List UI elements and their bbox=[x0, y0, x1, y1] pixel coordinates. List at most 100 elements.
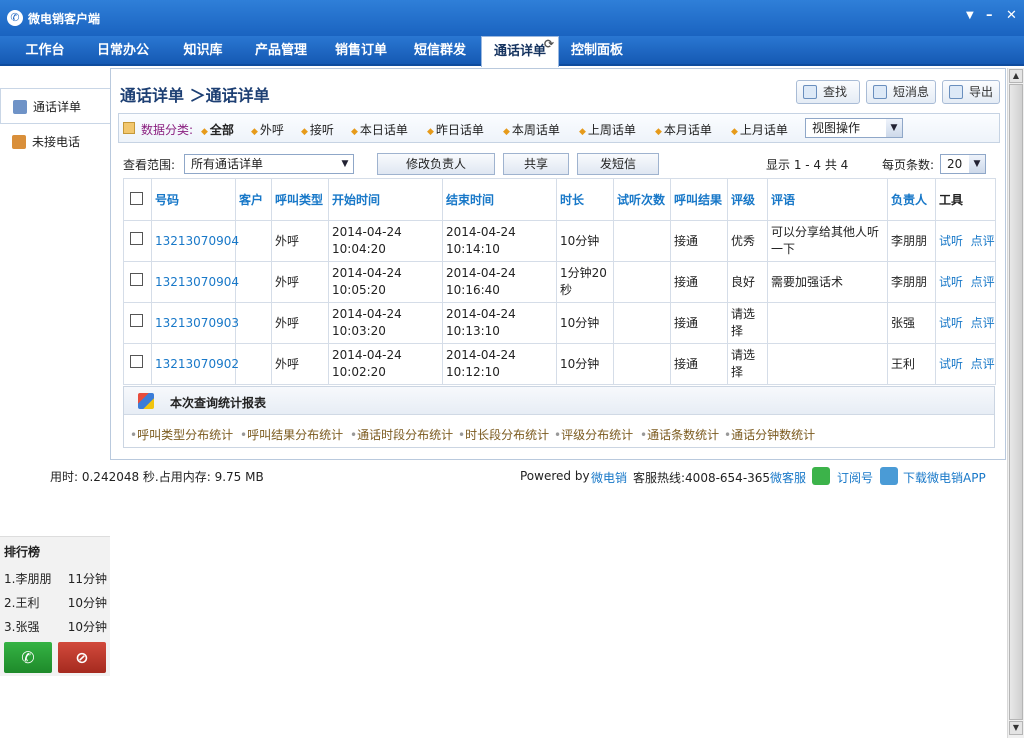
start-clock: 10:03:20 bbox=[332, 324, 386, 338]
review-link[interactable]: 点评 bbox=[971, 316, 995, 330]
subscribe-link[interactable]: 订阅号 bbox=[837, 469, 873, 486]
stat-link-call-type[interactable]: •呼叫类型分布统计 bbox=[130, 426, 233, 443]
tab-product-management[interactable]: 产品管理 bbox=[246, 36, 316, 66]
column-owner[interactable]: 负责人 bbox=[887, 178, 936, 221]
column-call-type[interactable]: 呼叫类型 bbox=[271, 178, 329, 221]
brand-link[interactable]: 微电销 bbox=[591, 469, 627, 486]
column-start-time[interactable]: 开始时间 bbox=[328, 178, 443, 221]
scrollbar-thumb[interactable] bbox=[1009, 84, 1023, 720]
phone-number-link[interactable]: 13213070903 bbox=[151, 302, 239, 344]
tab-control-panel[interactable]: 控制面板 bbox=[562, 36, 632, 66]
download-app-link[interactable]: 下载微电销APP bbox=[903, 469, 986, 486]
share-button[interactable]: 共享 bbox=[503, 153, 569, 175]
export-button[interactable]: 导出 bbox=[942, 80, 1000, 104]
tab-sales-orders[interactable]: 销售订单 bbox=[326, 36, 396, 66]
review-link[interactable]: 点评 bbox=[971, 275, 995, 289]
filter-option-this-month[interactable]: ◆ 本月话单 bbox=[655, 121, 712, 138]
sidebar-item-call-details[interactable]: 通话详单 bbox=[0, 88, 110, 124]
search-button[interactable]: 查找 bbox=[796, 80, 860, 104]
filter-option-yesterday[interactable]: ◆ 昨日话单 bbox=[427, 121, 484, 138]
phone-number-link[interactable]: 13213070904 bbox=[151, 261, 239, 303]
range-select[interactable]: 所有通话详单 ▼ bbox=[184, 154, 354, 174]
column-number[interactable]: 号码 bbox=[151, 178, 236, 221]
select-all-cell[interactable] bbox=[123, 178, 152, 221]
filter-option-last-month[interactable]: ◆ 上月话单 bbox=[731, 121, 788, 138]
close-button[interactable]: ✕ bbox=[1006, 8, 1017, 23]
tab-call-details-label: 通话详单 bbox=[493, 44, 546, 59]
short-message-button-label: 短消息 bbox=[893, 85, 930, 99]
filter-option-outbound[interactable]: ◆ 外呼 bbox=[251, 121, 284, 138]
phone-number-link[interactable]: 13213070902 bbox=[151, 343, 239, 385]
row-checkbox[interactable] bbox=[130, 232, 143, 245]
filter-option-all[interactable]: ◆ 全部 bbox=[201, 121, 234, 138]
review-link[interactable]: 点评 bbox=[971, 234, 995, 248]
window-menu-button[interactable]: ▼ bbox=[966, 10, 974, 21]
column-comment[interactable]: 评语 bbox=[767, 178, 888, 221]
tab-workbench[interactable]: 工作台 bbox=[16, 36, 74, 66]
scroll-down-icon[interactable]: ▼ bbox=[1009, 721, 1023, 735]
stat-link-call-result[interactable]: •呼叫结果分布统计 bbox=[240, 426, 343, 443]
short-message-button[interactable]: 短消息 bbox=[866, 80, 936, 104]
view-operation-select[interactable]: 视图操作 ▼ bbox=[805, 118, 903, 138]
review-link[interactable]: 点评 bbox=[971, 357, 995, 371]
listen-count-cell bbox=[613, 220, 671, 262]
bullet-icon: ◆ bbox=[731, 127, 738, 137]
change-owner-button[interactable]: 修改负责人 bbox=[377, 153, 495, 175]
select-all-checkbox[interactable] bbox=[130, 191, 143, 205]
column-rating[interactable]: 评级 bbox=[727, 178, 768, 221]
row-select-cell[interactable] bbox=[123, 343, 152, 385]
tab-daily-office[interactable]: 日常办公 bbox=[88, 36, 158, 66]
row-select-cell[interactable] bbox=[123, 261, 152, 303]
answer-call-button[interactable]: ✆ bbox=[4, 642, 52, 673]
phone-number-link[interactable]: 13213070904 bbox=[151, 220, 239, 262]
scroll-up-icon[interactable]: ▲ bbox=[1009, 69, 1023, 83]
bullet-icon: ◆ bbox=[351, 127, 358, 137]
customer-service-link[interactable]: 微客服 bbox=[770, 469, 806, 486]
filter-option-this-week[interactable]: ◆ 本周话单 bbox=[503, 121, 560, 138]
row-checkbox[interactable] bbox=[130, 314, 143, 327]
stat-link-call-count[interactable]: •通话条数统计 bbox=[640, 426, 719, 443]
row-select-cell[interactable] bbox=[123, 220, 152, 262]
row-select-cell[interactable] bbox=[123, 302, 152, 344]
call-result-cell: 接通 bbox=[670, 220, 728, 262]
minimize-button[interactable]: – bbox=[986, 8, 993, 23]
row-checkbox[interactable] bbox=[130, 273, 143, 286]
range-toolbar: 查看范围: 所有通话详单 ▼ 修改负责人 共享 发短信 显示 1 - 4 共 4… bbox=[118, 150, 1000, 178]
table-row: 13213070904 外呼 2014-04-24 10:05:20 2014-0… bbox=[123, 261, 996, 303]
stat-link-call-minutes[interactable]: •通话分钟数统计 bbox=[724, 426, 815, 443]
stat-link-time-period[interactable]: •通话时段分布统计 bbox=[350, 426, 453, 443]
column-call-result[interactable]: 呼叫结果 bbox=[670, 178, 728, 221]
filter-option-inbound[interactable]: ◆ 接听 bbox=[301, 121, 334, 138]
stat-link-rating[interactable]: •评级分布统计 bbox=[554, 426, 633, 443]
row-checkbox[interactable] bbox=[130, 355, 143, 368]
send-sms-button[interactable]: 发短信 bbox=[577, 153, 659, 175]
listen-count-cell bbox=[613, 261, 671, 303]
range-label: 查看范围: bbox=[123, 158, 176, 172]
stat-link-label: 通话时段分布统计 bbox=[357, 428, 454, 442]
statistics-report-panel: 本次查询统计报表 •呼叫类型分布统计 •呼叫结果分布统计 •通话时段分布统计 •… bbox=[123, 386, 995, 448]
column-end-time[interactable]: 结束时间 bbox=[442, 178, 557, 221]
start-clock: 10:02:20 bbox=[332, 365, 386, 379]
column-duration[interactable]: 时长 bbox=[556, 178, 614, 221]
tab-sms-broadcast[interactable]: 短信群发 bbox=[404, 36, 476, 66]
stat-link-duration[interactable]: •时长段分布统计 bbox=[458, 426, 549, 443]
listen-link[interactable]: 试听 bbox=[939, 316, 963, 330]
listen-link[interactable]: 试听 bbox=[939, 234, 963, 248]
column-customer[interactable]: 客户 bbox=[235, 178, 272, 221]
column-listen-count[interactable]: 试听次数 bbox=[613, 178, 671, 221]
listen-link[interactable]: 试听 bbox=[939, 357, 963, 371]
comment-cell bbox=[767, 343, 888, 385]
tab-knowledge-base[interactable]: 知识库 bbox=[172, 36, 234, 66]
vertical-scrollbar[interactable]: ▲ ▼ bbox=[1007, 68, 1024, 738]
sidebar-item-missed-calls[interactable]: 未接电话 bbox=[0, 124, 110, 160]
page-size-select[interactable]: 20 ▼ bbox=[940, 154, 986, 174]
bullet-icon: ◆ bbox=[301, 127, 308, 137]
filter-option-today[interactable]: ◆ 本日话单 bbox=[351, 121, 408, 138]
performance-info: 用时: 0.242048 秒.占用内存: 9.75 MB bbox=[50, 470, 264, 484]
filter-option-last-week[interactable]: ◆ 上周话单 bbox=[579, 121, 636, 138]
tab-call-details[interactable]: 通话详单 ⟳ bbox=[481, 36, 559, 67]
hangup-button[interactable]: ⊘ bbox=[58, 642, 106, 673]
refresh-icon[interactable]: ⟳ bbox=[544, 38, 554, 50]
filter-option-label: 全部 bbox=[209, 123, 234, 137]
listen-link[interactable]: 试听 bbox=[939, 275, 963, 289]
